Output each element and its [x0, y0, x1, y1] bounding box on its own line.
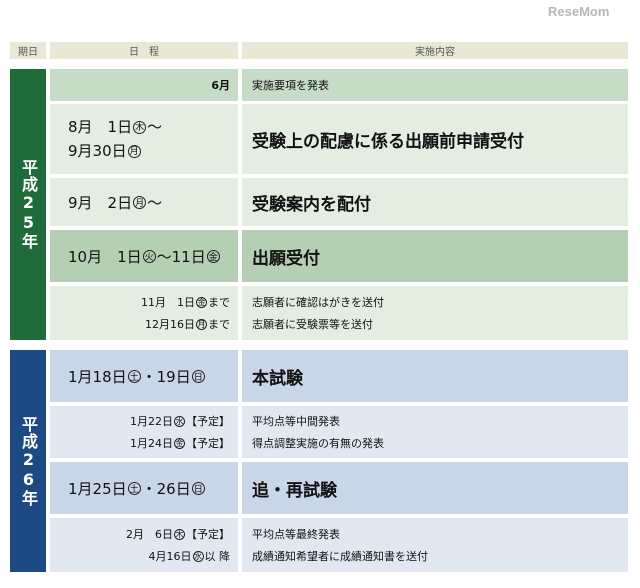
weekday-mark: 金 [174, 437, 185, 449]
content-text: 出願受付 [252, 248, 320, 269]
content-text: 平均点等中間発表 [252, 415, 340, 428]
schedule-date-line1: 8月 1日木～ [68, 118, 163, 136]
weekday-mark: 月 [196, 318, 207, 330]
era-label-h25: 平成25年 [10, 69, 46, 340]
weekday-mark: 金 [196, 296, 207, 308]
weekday-mark: 水 [174, 415, 185, 427]
weekday-mark: 木 [174, 528, 185, 540]
content-cell: 追・再試験 [242, 462, 628, 514]
content-text: 志願者に確認はがきを送付 [252, 296, 384, 309]
schedule-date: 1月22日水【予定】 [130, 415, 230, 428]
content-cell: 平均点等中間発表 得点調整実施の有無の発表 [242, 406, 628, 458]
header-schedule: 日 程 [50, 42, 238, 59]
content-text: 平均点等最終発表 [252, 528, 340, 541]
content-cell: 本試験 [242, 350, 628, 402]
schedule-cell: 9月 2日月～ [50, 178, 238, 226]
content-cell: 平均点等最終発表 成績通知希望者に成績通知書を送付 [242, 518, 628, 572]
schedule-date: 2月 6日木【予定】 [126, 528, 230, 541]
schedule-date: 4月16日水以 降 [148, 550, 231, 563]
content-text: 追・再試験 [252, 480, 337, 501]
schedule-cell: 2月 6日木【予定】 4月16日水以 降 [50, 518, 238, 572]
weekday-mark: 火 [142, 249, 156, 263]
schedule-cell: 1月22日水【予定】 1月24日金【予定】 [50, 406, 238, 458]
content-cell: 志願者に確認はがきを送付 志願者に受験票等を送付 [242, 286, 628, 340]
content-text: 受験上の配慮に係る出願前申請受付 [252, 131, 524, 152]
content-text: 本試験 [252, 368, 303, 389]
content-text: 成績通知希望者に成績通知書を送付 [252, 550, 428, 563]
weekday-mark: 土 [127, 481, 141, 495]
watermark-logo: ReseMom [548, 4, 610, 19]
schedule-date: 1月24日金【予定】 [130, 437, 230, 450]
weekday-mark: 日 [191, 369, 205, 383]
schedule-cell: 6月 [50, 69, 238, 101]
content-text: 実施要項を発表 [252, 79, 329, 92]
content-cell: 出願受付 [242, 230, 628, 282]
schedule-date: 11月 1日金まで [141, 296, 230, 309]
content-text: 志願者に受験票等を送付 [252, 318, 373, 331]
content-text: 受験案内を配付 [252, 194, 371, 215]
schedule-date: 6月 [211, 79, 230, 92]
weekday-mark: 月 [133, 195, 147, 209]
weekday-mark: 金 [206, 249, 220, 263]
content-cell: 受験上の配慮に係る出願前申請受付 [242, 104, 628, 174]
content-text: 得点調整実施の有無の発表 [252, 437, 384, 450]
weekday-mark: 土 [127, 369, 141, 383]
schedule-cell: 11月 1日金まで 12月16日月まで [50, 286, 238, 340]
schedule-date-line2: 9月30日月 [68, 142, 141, 160]
header-content: 実施内容 [242, 42, 628, 59]
weekday-mark: 木 [133, 121, 147, 134]
schedule-cell: 1月18日土・19日日 [50, 350, 238, 402]
header-period: 期日 [10, 42, 46, 59]
schedule-cell: 10月 1日火～11日金 [50, 230, 238, 282]
weekday-mark: 月 [127, 145, 141, 158]
content-cell: 受験案内を配付 [242, 178, 628, 226]
weekday-mark: 日 [191, 481, 205, 495]
schedule-cell: 8月 1日木～ 9月30日月 [50, 104, 238, 174]
schedule-date: 12月16日月まで [145, 318, 230, 331]
content-cell: 実施要項を発表 [242, 69, 628, 101]
era-label-h26: 平成26年 [10, 350, 46, 572]
weekday-mark: 水 [192, 550, 204, 562]
schedule-cell: 1月25日土・26日日 [50, 462, 238, 514]
